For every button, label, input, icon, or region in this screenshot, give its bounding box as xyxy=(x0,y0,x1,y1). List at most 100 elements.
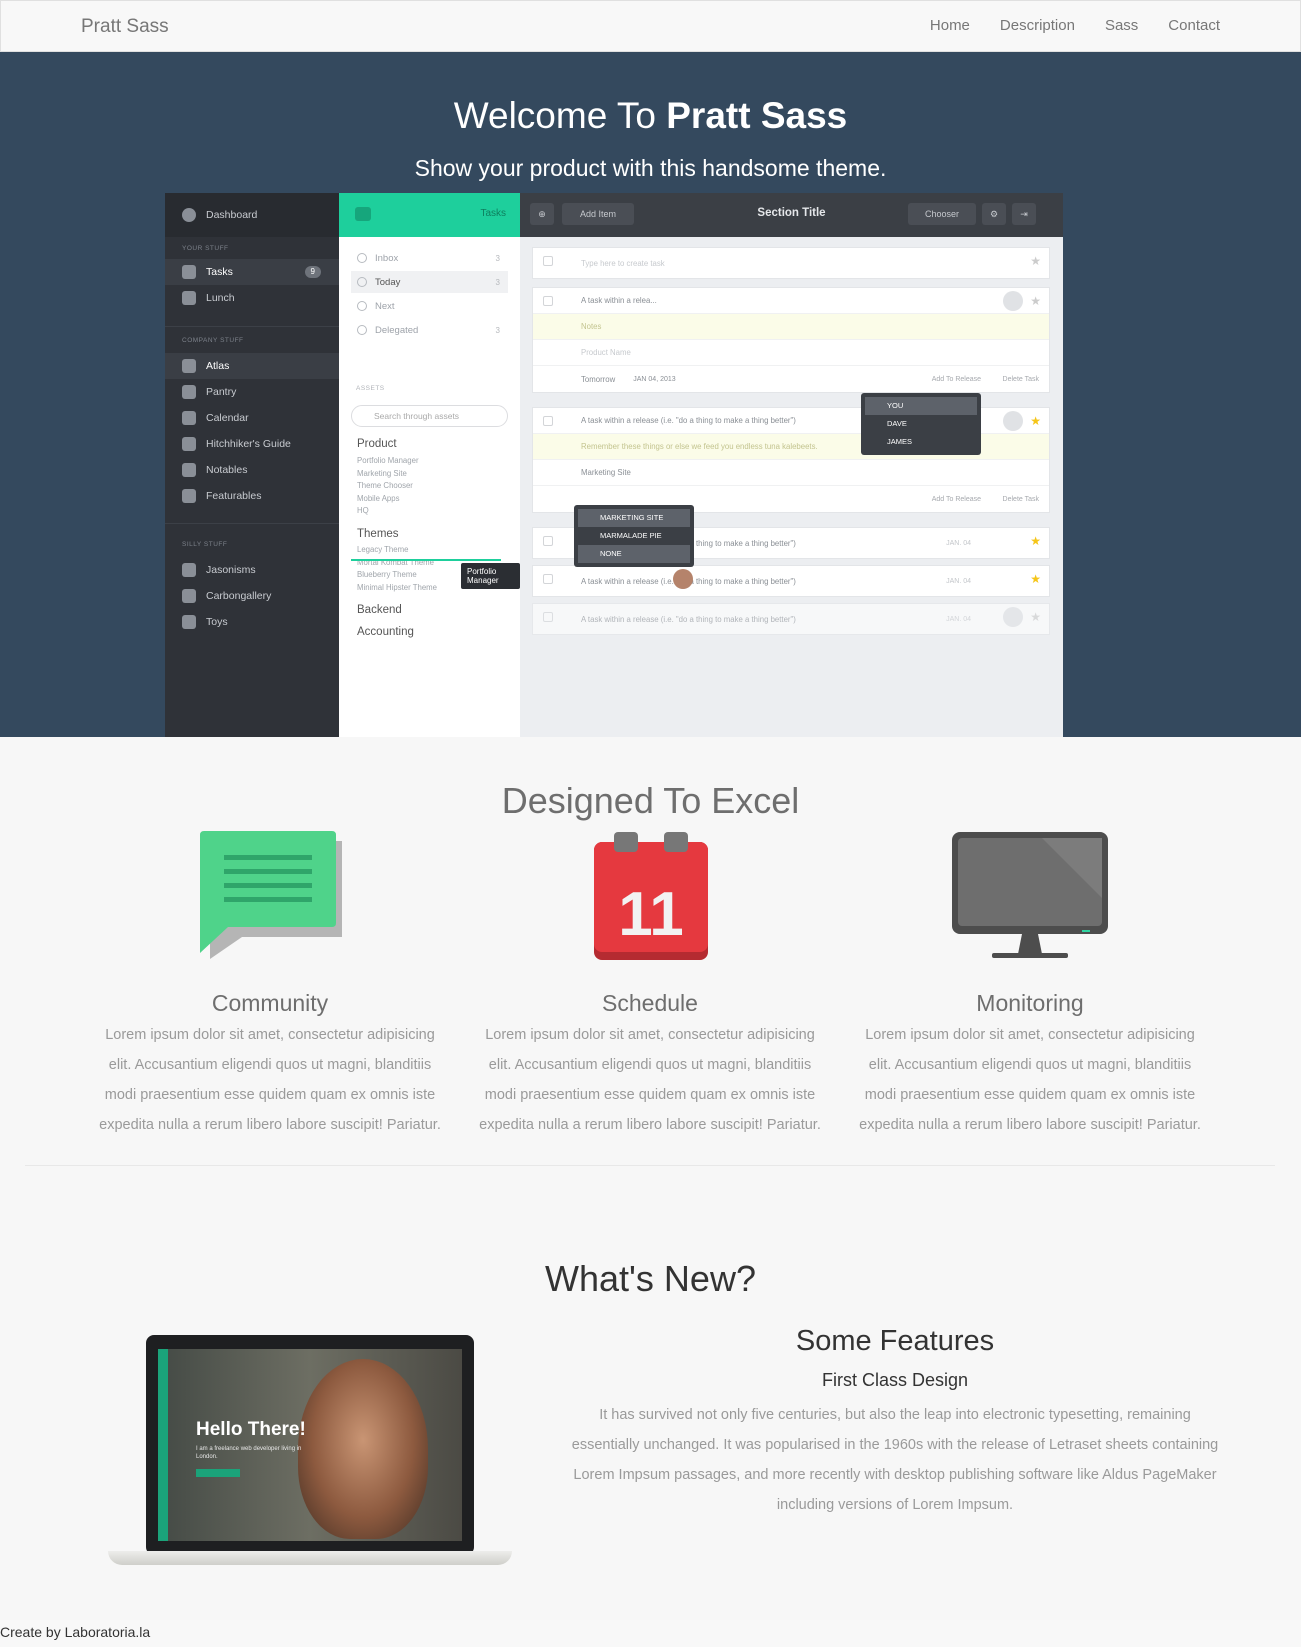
feature-body: Lorem ipsum dolor sit amet, consectetur … xyxy=(479,1027,821,1133)
checkbox[interactable] xyxy=(543,416,553,426)
assignee-dropdown: YOU DAVE JAMES xyxy=(861,393,981,455)
avatar[interactable] xyxy=(673,569,693,589)
new-task-card: Type here to create task ★ xyxy=(532,247,1050,279)
screen-sidebar xyxy=(158,1349,168,1541)
product-field[interactable]: Product Name xyxy=(533,340,1049,366)
task-row[interactable]: A task within a relea... ★ xyxy=(533,288,1049,314)
list-today[interactable]: Today 3 xyxy=(351,271,508,293)
star-icon[interactable]: ★ xyxy=(1030,572,1041,586)
star-icon[interactable]: ★ xyxy=(1030,254,1041,268)
sidebar-item-atlas[interactable]: Atlas xyxy=(165,353,339,379)
sidebar-item-pantry[interactable]: Pantry xyxy=(165,379,339,405)
sidebar-item-label: Toys xyxy=(206,616,228,628)
group-backend[interactable]: Backend xyxy=(357,604,402,616)
chooser-button[interactable]: Chooser xyxy=(908,203,976,225)
group-product[interactable]: Product xyxy=(357,438,397,450)
main-toolbar: ⊕ Add Item Section Title Chooser ⚙ ⇥ xyxy=(520,193,1063,237)
nav-sass[interactable]: Sass xyxy=(1105,17,1138,34)
nav-home[interactable]: Home xyxy=(930,17,970,34)
notes-field[interactable]: Notes xyxy=(533,314,1049,340)
list-label: Delegated xyxy=(375,324,419,336)
divider xyxy=(25,1165,1275,1166)
list-delegated[interactable]: Delegated 3 xyxy=(351,319,508,341)
panel-header: Tasks xyxy=(339,193,520,237)
list-inbox[interactable]: Inbox 3 xyxy=(351,247,508,269)
features-subtitle: First Class Design xyxy=(821,1370,969,1390)
release-input[interactable]: Marketing Site xyxy=(533,460,1049,486)
task-date: JAN. 04 xyxy=(946,615,971,623)
checkbox[interactable] xyxy=(543,256,553,266)
book-icon xyxy=(182,437,196,451)
sidebar-item-carbongallery[interactable]: Carbongallery xyxy=(165,583,339,609)
asset-item[interactable]: Blueberry Theme xyxy=(357,569,437,582)
asset-item[interactable]: Minimal Hipster Theme xyxy=(357,582,437,595)
group-accounting[interactable]: Accounting xyxy=(357,626,414,638)
gear-icon[interactable]: ⚙ xyxy=(982,203,1006,225)
asset-item[interactable]: Marketing Site xyxy=(357,468,419,481)
sidebar-item-calendar[interactable]: Calendar xyxy=(165,405,339,431)
navbar: Pratt Sass Home Description Sass Contact xyxy=(0,0,1301,52)
avatar[interactable] xyxy=(1003,411,1023,431)
hero-title: Welcome To Pratt Sass xyxy=(453,95,848,136)
new-task-input[interactable]: Type here to create task ★ xyxy=(533,248,1049,278)
delete-task-link[interactable]: Delete Task xyxy=(1003,376,1039,383)
avatar[interactable] xyxy=(1003,291,1023,311)
sidebar-item-lunch[interactable]: Lunch xyxy=(165,285,339,311)
add-release-link[interactable]: Add To Release xyxy=(932,376,981,383)
sidebar-item-label: Notables xyxy=(206,464,248,476)
star-icon[interactable]: ★ xyxy=(1030,534,1041,548)
footer: Create by Laboratoria.la xyxy=(0,1620,1301,1647)
sidebar-item-featurables[interactable]: Featurables xyxy=(165,483,339,509)
sidebar-dashboard: Dashboard xyxy=(165,193,339,237)
person-icon xyxy=(182,463,196,477)
asset-item[interactable]: HQ xyxy=(357,505,419,518)
sidebar-item-label: Lunch xyxy=(206,292,235,304)
release-option[interactable]: MARKETING SITE xyxy=(578,509,690,527)
asset-item[interactable]: Legacy Theme xyxy=(357,544,437,557)
assignee-option[interactable]: JAMES xyxy=(865,433,977,451)
nav-contact[interactable]: Contact xyxy=(1168,17,1220,34)
delete-task-link[interactable]: Delete Task xyxy=(1003,496,1039,503)
brand-link[interactable]: Pratt Sass xyxy=(81,16,169,38)
sidebar-item-notables[interactable]: Notables xyxy=(165,457,339,483)
release-option[interactable]: MARMALADE PIE xyxy=(578,527,690,545)
due-field[interactable]: Tomorrow xyxy=(581,375,615,384)
list-next[interactable]: Next xyxy=(351,295,508,317)
nav-description[interactable]: Description xyxy=(1000,17,1075,34)
sidebar-item-jasonisms[interactable]: Jasonisms xyxy=(165,557,339,583)
star-icon[interactable]: ★ xyxy=(1030,294,1041,308)
assignee-option[interactable]: YOU xyxy=(865,397,977,415)
group-themes[interactable]: Themes xyxy=(357,528,399,540)
sidebar-item-toys[interactable]: Toys xyxy=(165,609,339,635)
sidebar-item-tasks[interactable]: Tasks 9 xyxy=(165,259,339,285)
assets-search-input[interactable]: Search through assets xyxy=(351,405,508,427)
task-title: A task within a release (i.e. "do a thin… xyxy=(581,614,796,624)
release-option[interactable]: NONE xyxy=(578,545,690,563)
exit-icon[interactable]: ⇥ xyxy=(1012,203,1036,225)
checkbox[interactable] xyxy=(543,296,553,306)
task-lists-panel: Tasks Inbox 3 Today 3 Next Delegated 3 ASSE… xyxy=(339,193,520,737)
asset-item[interactable]: Theme Chooser xyxy=(357,480,419,493)
group-themes-items: Legacy Theme Mortal Kombat Theme Blueber… xyxy=(357,544,437,594)
checkbox[interactable] xyxy=(543,612,553,622)
task-row[interactable]: A task within a release (i.e. "do a thin… xyxy=(533,604,1049,634)
hello-sub: I am a freelance web developer living in… xyxy=(196,1446,302,1460)
sidebar-item-dashboard[interactable]: Dashboard xyxy=(165,202,339,228)
list-count: 3 xyxy=(495,325,500,335)
asset-item[interactable]: Portfolio Manager xyxy=(357,455,419,468)
list-label: Today xyxy=(375,276,401,288)
placeholder: Type here to create task xyxy=(581,258,665,268)
dashboard-icon xyxy=(182,208,196,222)
star-icon[interactable]: ★ xyxy=(1030,610,1041,624)
checkbox[interactable] xyxy=(543,536,553,546)
add-release-link[interactable]: Add To Release xyxy=(932,496,981,503)
task-row[interactable]: A task within a release (i.e. "do a thin… xyxy=(533,566,1049,596)
asset-item[interactable]: Mobile Apps xyxy=(357,493,419,506)
checkbox[interactable] xyxy=(543,574,553,584)
send-icon xyxy=(357,325,367,335)
star-icon[interactable]: ★ xyxy=(1030,414,1041,428)
avatar[interactable] xyxy=(1003,607,1023,627)
sidebar-item-guide[interactable]: Hitchhiker's Guide xyxy=(165,431,339,457)
list-count: 3 xyxy=(495,277,500,287)
assignee-option[interactable]: DAVE xyxy=(865,415,977,433)
